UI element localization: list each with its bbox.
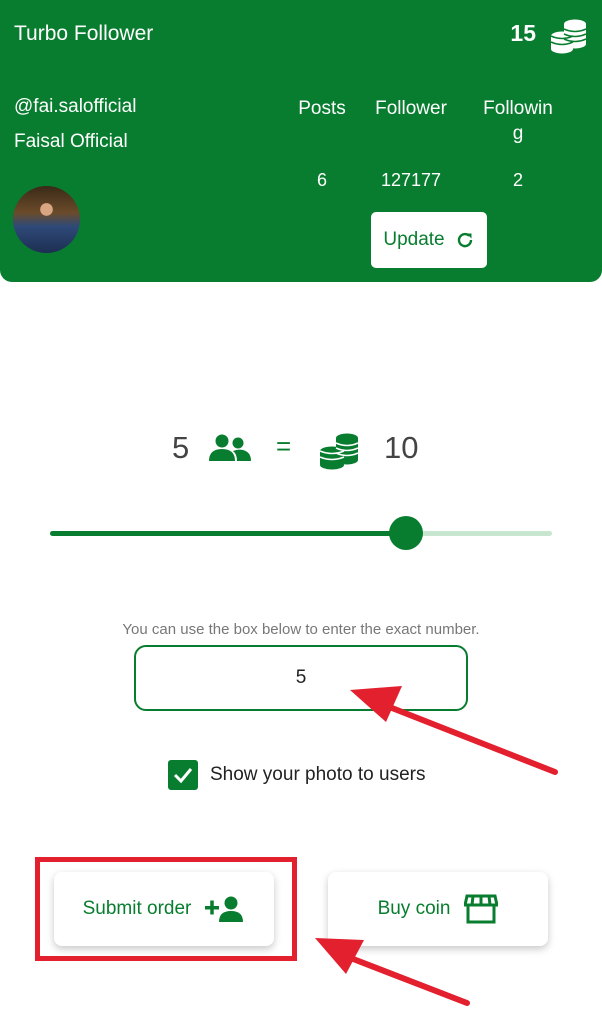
annotation-arrows [315, 686, 558, 1006]
annotation-arrow-submit [315, 938, 470, 1006]
annotation-arrow-input [350, 686, 558, 775]
